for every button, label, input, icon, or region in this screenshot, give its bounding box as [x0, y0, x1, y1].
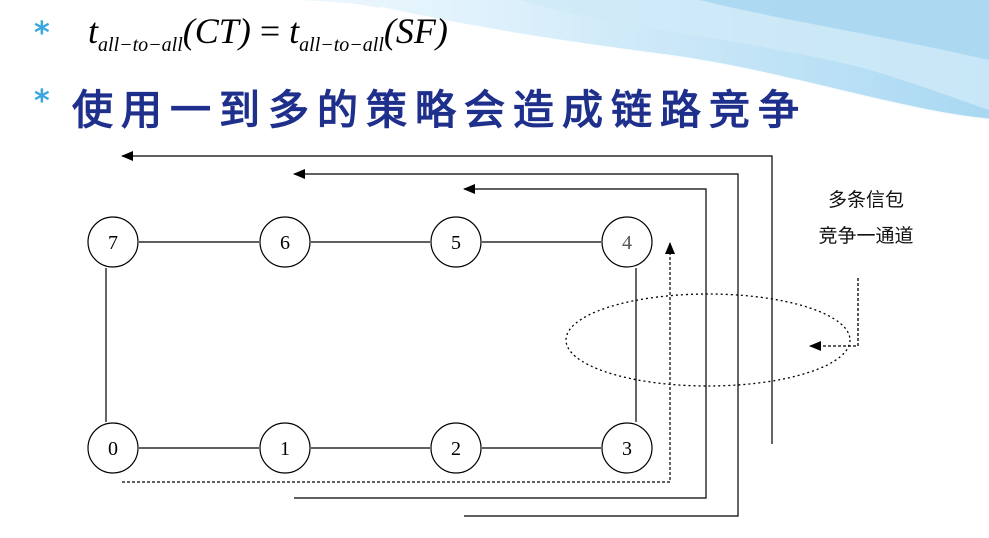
- node-label-0: 0: [108, 438, 118, 460]
- contention-ellipse: [565, 293, 851, 387]
- node-7: 7: [87, 216, 139, 268]
- node-label-2: 2: [451, 438, 461, 460]
- path-to-node-7: [121, 151, 773, 444]
- node-label-5: 5: [451, 232, 461, 254]
- path-to-node-4: [122, 242, 675, 483]
- slide: * tall−to−all(CT) = tall−to−all(SF) * 使用…: [0, 0, 989, 538]
- node-2: 2: [430, 422, 482, 474]
- node-3: 3: [601, 422, 653, 474]
- annotation-line-1: 多条信包: [827, 189, 904, 211]
- annotation-pointer-arrow: [809, 278, 859, 351]
- node-6: 6: [259, 216, 311, 268]
- node-0: 0: [87, 422, 139, 474]
- contention-annotation: 多条信包 竞争一通道: [806, 182, 926, 254]
- node-label-7: 7: [108, 232, 118, 254]
- annotation-line-2: 竞争一通道: [818, 225, 914, 247]
- ring-network-diagram: 7 6 5 4 0 1 2 3: [87, 151, 859, 517]
- node-4: 4: [601, 216, 653, 268]
- node-label-6: 6: [280, 232, 290, 254]
- node-label-1: 1: [280, 438, 290, 460]
- node-1: 1: [259, 422, 311, 474]
- node-label-3: 3: [622, 438, 632, 460]
- node-label-4: 4: [622, 232, 632, 254]
- ring-links: [105, 241, 637, 449]
- path-to-node-6: [293, 169, 739, 517]
- node-5: 5: [430, 216, 482, 268]
